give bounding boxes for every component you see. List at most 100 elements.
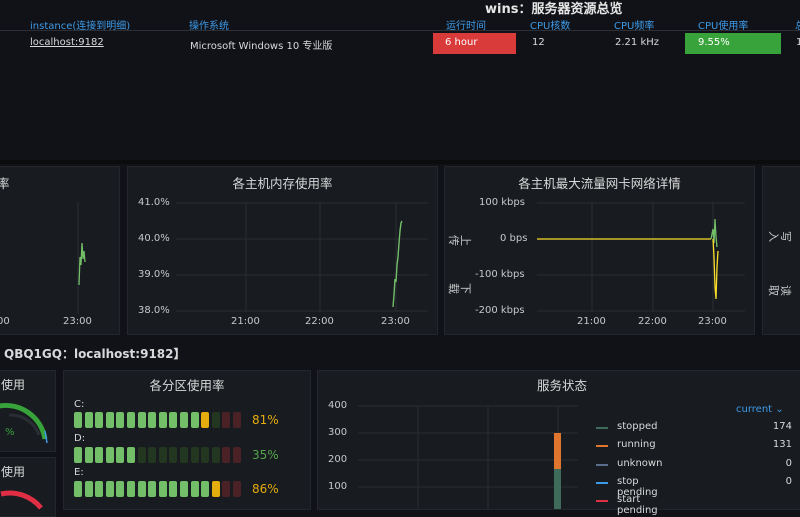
drive-bar-segment [190, 412, 199, 428]
legend-item-value: 0 [785, 476, 792, 487]
drive-label: C: [74, 399, 85, 410]
network-ytick: -200 kbps [475, 305, 525, 316]
drive-percent: 35% [252, 448, 279, 462]
gauge-chart [0, 402, 48, 444]
drive-bar-segment [222, 447, 231, 463]
network-download-axis-label: 下载 [447, 283, 472, 294]
disk-write-axis-label: 写入 [767, 231, 792, 242]
drive-bar-segment [84, 481, 93, 497]
legend-item-name: start pending [617, 494, 658, 516]
row-separator [0, 160, 800, 164]
drive-bar-segment [201, 412, 210, 428]
gauge-panel: 使用 % [0, 370, 56, 452]
drive-bar-segment [116, 412, 125, 428]
drive-bar-segment [127, 412, 135, 428]
service-bar-running [554, 433, 561, 469]
drive-bar-segment [190, 447, 199, 463]
network-xtick: 23:00 [698, 316, 727, 327]
table-header-divider [0, 30, 800, 31]
service-chart [358, 405, 578, 509]
service-ytick: 200 [328, 454, 348, 465]
row-title[interactable]: QBQ1GQ：localhost:9182】 [4, 345, 186, 362]
gauge-panel: 使用 [0, 457, 56, 517]
drive-bar-segment [105, 412, 114, 428]
memory-xtick: 23:00 [381, 316, 410, 327]
drive-bar-segment [233, 412, 241, 428]
drive-bar-segment [169, 481, 178, 497]
instance-link[interactable]: localhost:9182 [30, 37, 104, 48]
drive-bar-segment [74, 481, 82, 497]
os-cell: Microsoft Windows 10 专业版 [190, 41, 333, 52]
drive-bar-segment [95, 447, 104, 463]
drive-bar-segment [84, 412, 93, 428]
partition-usage-panel: 各分区使用率 C: 81% D: 35% E: 86% [63, 370, 311, 510]
drive-bar-segment [105, 481, 114, 497]
gauge-chart [0, 490, 43, 510]
legend-item-value: 0 [785, 458, 792, 469]
memory-xtick: 22:00 [305, 316, 334, 327]
drive-bar-segment [74, 447, 82, 463]
service-ytick: 300 [328, 427, 348, 438]
uptime-value: 6 hour [445, 37, 478, 48]
drive-bar-segment [211, 412, 220, 428]
memory-series-line [392, 220, 403, 308]
network-ytick: -100 kbps [475, 269, 525, 280]
drive-bar-segment [116, 447, 125, 463]
drive-bar-segment [74, 412, 82, 428]
drive-bar-segment [233, 447, 241, 463]
network-download-spike [712, 238, 719, 300]
service-ytick: 100 [328, 481, 348, 492]
cpu-usage-panel: 率 00 23:00 [0, 166, 120, 335]
drive-bar-segment [127, 481, 135, 497]
disk-read-axis-label: 读取 [767, 285, 792, 296]
memory-ytick: 41.0% [138, 197, 170, 208]
drive-bar-segment [201, 481, 210, 497]
legend-sort-current[interactable]: current ⌄ [736, 404, 784, 415]
network-upload-axis-label: 上传 [447, 235, 472, 246]
drive-bar-segment [180, 481, 188, 497]
network-ytick: 100 kbps [479, 197, 525, 208]
legend-swatch [596, 500, 608, 502]
drive-bar-segment [158, 481, 167, 497]
drive-bar-segment [211, 481, 220, 497]
legend-item-name: stopped [617, 421, 658, 432]
cpu-xtick: 00 [0, 316, 10, 327]
cores-cell: 12 [532, 37, 545, 48]
memory-usage-panel: 各主机内存使用率 41.0% 40.0% 39.0% 38.0% 21:00 2… [127, 166, 438, 335]
drive-bar-segment [201, 447, 210, 463]
drive-label: D: [74, 433, 86, 444]
drive-bar-segment [148, 412, 157, 428]
network-xtick: 22:00 [638, 316, 667, 327]
cpu-usage-value: 9.55% [698, 37, 730, 48]
drive-percent: 86% [252, 482, 279, 496]
drive-bar-segment [190, 481, 199, 497]
network-panel: 各主机最大流量网卡网络详情 100 kbps 0 bps -100 kbps -… [444, 166, 755, 335]
drive-bar-segment [169, 447, 178, 463]
drive-bar-segment [116, 481, 125, 497]
drive-bar-segment [95, 412, 104, 428]
drive-bar-segment [127, 447, 135, 463]
memory-ytick: 38.0% [138, 305, 170, 316]
drive-bar-segment [105, 447, 114, 463]
drive-label: E: [74, 467, 84, 478]
cpu-usage-cell: 9.55% [685, 33, 781, 54]
drive-bar-segment [84, 447, 93, 463]
freq-cell: 2.21 kHz [615, 37, 660, 48]
service-status-panel: 服务状态 400 300 200 100 [317, 370, 800, 510]
cpu-xtick: 23:00 [63, 316, 92, 327]
memory-ytick: 40.0% [138, 233, 170, 244]
memory-xtick: 21:00 [231, 316, 260, 327]
drive-bar-segment [222, 481, 231, 497]
drive-bar-segment [158, 412, 167, 428]
network-upload-spike [710, 218, 718, 248]
drive-bar-segment [233, 481, 241, 497]
drive-bar-segment [137, 481, 146, 497]
drive-bar-segment [148, 481, 157, 497]
drive-bar-segment [180, 412, 188, 428]
drive-bar-segment [222, 412, 231, 428]
dashboard-title: wins：服务器资源总览 [485, 2, 623, 17]
legend-item-value: 131 [772, 439, 792, 450]
gauge-value: % [5, 427, 15, 438]
extra-cell: 1 [796, 37, 800, 48]
drive-bar-segment [137, 447, 146, 463]
